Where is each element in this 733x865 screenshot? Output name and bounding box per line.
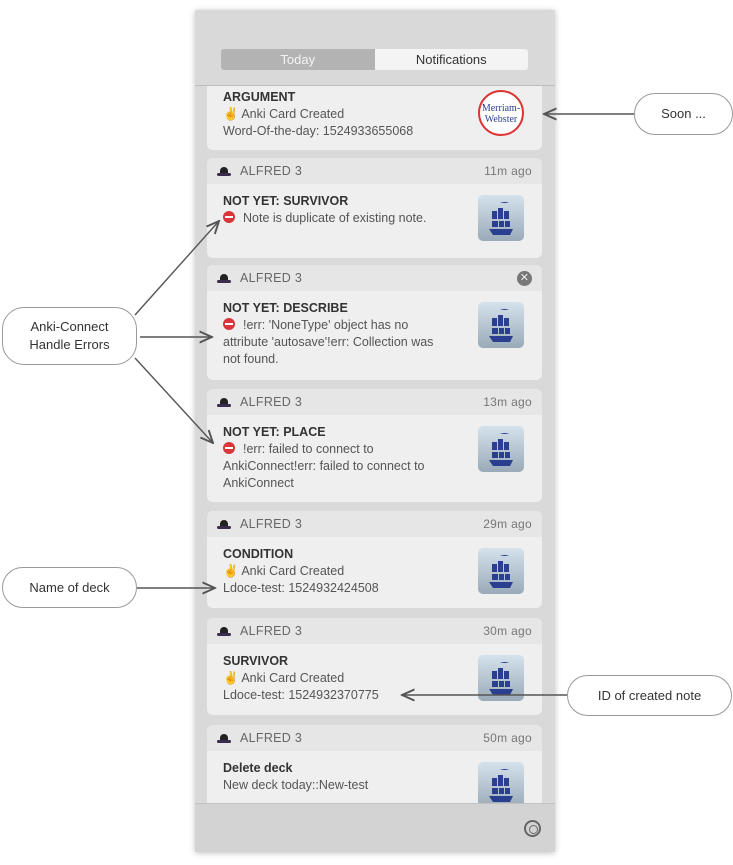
callout-note-id: ID of created note bbox=[567, 675, 732, 716]
arrow-error-1 bbox=[134, 221, 219, 316]
callout-errors: Anki-Connect Handle Errors bbox=[2, 307, 137, 365]
annotation-arrows bbox=[134, 0, 634, 865]
callout-deck: Name of deck bbox=[2, 567, 137, 608]
arrow-error-3 bbox=[134, 357, 213, 443]
callout-soon: Soon ... bbox=[634, 93, 733, 135]
